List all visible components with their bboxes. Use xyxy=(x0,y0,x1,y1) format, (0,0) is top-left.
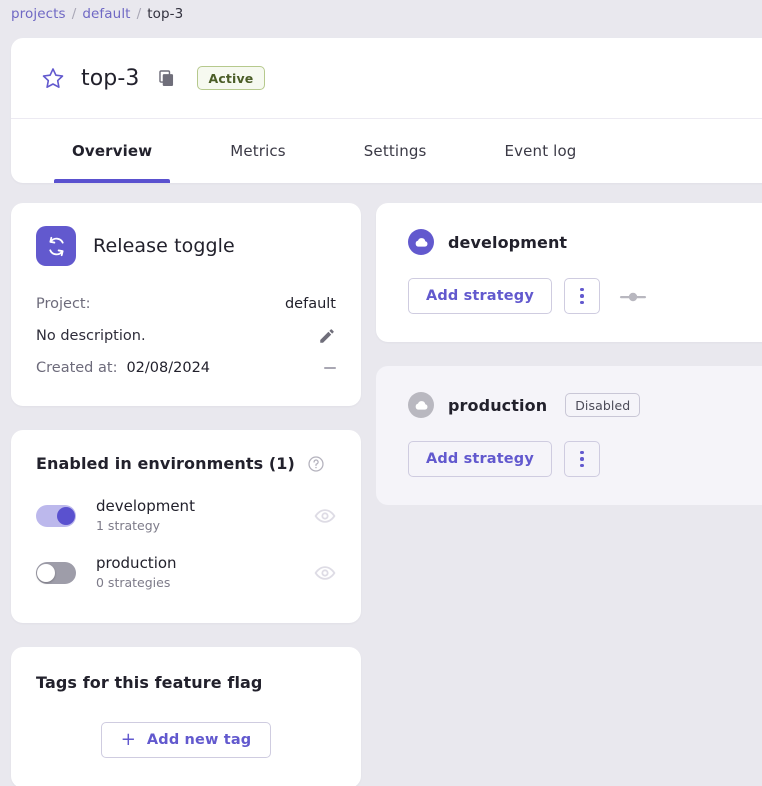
right-column: development Add strategy xyxy=(376,203,762,505)
breadcrumb-separator: / xyxy=(137,6,142,22)
created-row: Created at: 02/08/2024 xyxy=(36,352,336,384)
list-item: production 0 strategies xyxy=(36,544,336,601)
feature-header-card: top-3 Active Overview Metrics Settings E… xyxy=(11,38,762,183)
enabled-environments-card: Enabled in environments (1) development … xyxy=(11,430,361,623)
tab-bar: Overview Metrics Settings Event log xyxy=(11,119,762,183)
environment-name: production xyxy=(96,553,314,573)
page-title: top-3 xyxy=(81,66,140,91)
created-at: Created at: 02/08/2024 xyxy=(36,360,210,376)
release-toggle-title: Release toggle xyxy=(93,235,235,257)
environment-panel-name: production xyxy=(448,396,547,415)
project-value: default xyxy=(285,296,336,312)
breadcrumb-item-default[interactable]: default xyxy=(82,6,130,22)
toggle-development[interactable] xyxy=(36,505,76,527)
tab-settings[interactable]: Settings xyxy=(346,119,445,183)
enabled-environments-header: Enabled in environments (1) xyxy=(11,430,361,483)
release-toggle-card: Release toggle Project: default No descr… xyxy=(11,203,361,406)
add-new-tag-label: Add new tag xyxy=(147,732,251,748)
environment-toggle-list: development 1 strategy production xyxy=(11,483,361,623)
breadcrumb-separator: / xyxy=(72,6,77,22)
tags-body: + Add new tag xyxy=(36,722,336,758)
project-row: Project: default xyxy=(36,288,336,320)
tab-metrics[interactable]: Metrics xyxy=(212,119,304,183)
environment-panel-actions: Add strategy xyxy=(408,441,762,477)
tags-title: Tags for this feature flag xyxy=(36,673,336,692)
cloud-icon xyxy=(408,392,434,418)
sync-arrows-icon xyxy=(36,226,76,266)
environment-strategy-count: 1 strategy xyxy=(96,517,314,535)
add-strategy-button[interactable]: Add strategy xyxy=(408,441,552,477)
environment-panel-header: development xyxy=(408,229,762,255)
list-item: development 1 strategy xyxy=(36,487,336,544)
drag-handle-icon[interactable] xyxy=(618,289,648,303)
environment-strategy-count: 0 strategies xyxy=(96,574,314,592)
environment-panel-development: development Add strategy xyxy=(376,203,762,342)
add-new-tag-button[interactable]: + Add new tag xyxy=(101,722,272,758)
toggle-production[interactable] xyxy=(36,562,76,584)
breadcrumb-item-projects[interactable]: projects xyxy=(11,6,66,22)
cloud-icon xyxy=(408,229,434,255)
disabled-badge: Disabled xyxy=(565,393,640,417)
status-badge: Active xyxy=(197,66,266,90)
question-circle-icon[interactable] xyxy=(307,455,325,473)
pencil-icon[interactable] xyxy=(318,327,336,345)
kebab-menu-icon[interactable] xyxy=(564,441,600,477)
environment-panel-header: production Disabled xyxy=(408,392,762,418)
dash-icon xyxy=(324,367,336,369)
kebab-menu-icon[interactable] xyxy=(564,278,600,314)
breadcrumb: projects / default / top-3 xyxy=(11,3,183,25)
environment-info: production 0 strategies xyxy=(96,553,314,592)
environment-info: development 1 strategy xyxy=(96,496,314,535)
tab-overview[interactable]: Overview xyxy=(54,119,170,183)
environment-panel-production: production Disabled Add strategy xyxy=(376,366,762,505)
description-row: No description. xyxy=(36,320,336,352)
created-label: Created at: xyxy=(36,360,117,376)
add-strategy-button[interactable]: Add strategy xyxy=(408,278,552,314)
breadcrumb-item-current: top-3 xyxy=(147,6,183,22)
plus-icon: + xyxy=(121,731,136,749)
star-icon[interactable] xyxy=(41,66,65,90)
environment-panel-name: development xyxy=(448,233,567,252)
release-toggle-header: Release toggle xyxy=(36,226,336,266)
copy-icon[interactable] xyxy=(158,69,177,88)
feature-title-row: top-3 Active xyxy=(11,38,762,118)
project-label: Project: xyxy=(36,296,91,312)
feature-flag-overview-page: projects / default / top-3 top-3 Active xyxy=(0,0,762,786)
created-value: 02/08/2024 xyxy=(126,360,210,376)
environment-panel-actions: Add strategy xyxy=(408,278,762,314)
eye-icon[interactable] xyxy=(314,562,336,584)
tags-card: Tags for this feature flag + Add new tag xyxy=(11,647,361,786)
tab-event-log[interactable]: Event log xyxy=(487,119,595,183)
environment-name: development xyxy=(96,496,314,516)
left-column: Release toggle Project: default No descr… xyxy=(11,203,361,786)
enabled-environments-title: Enabled in environments (1) xyxy=(36,454,295,473)
eye-icon[interactable] xyxy=(314,505,336,527)
description-text: No description. xyxy=(36,328,146,344)
